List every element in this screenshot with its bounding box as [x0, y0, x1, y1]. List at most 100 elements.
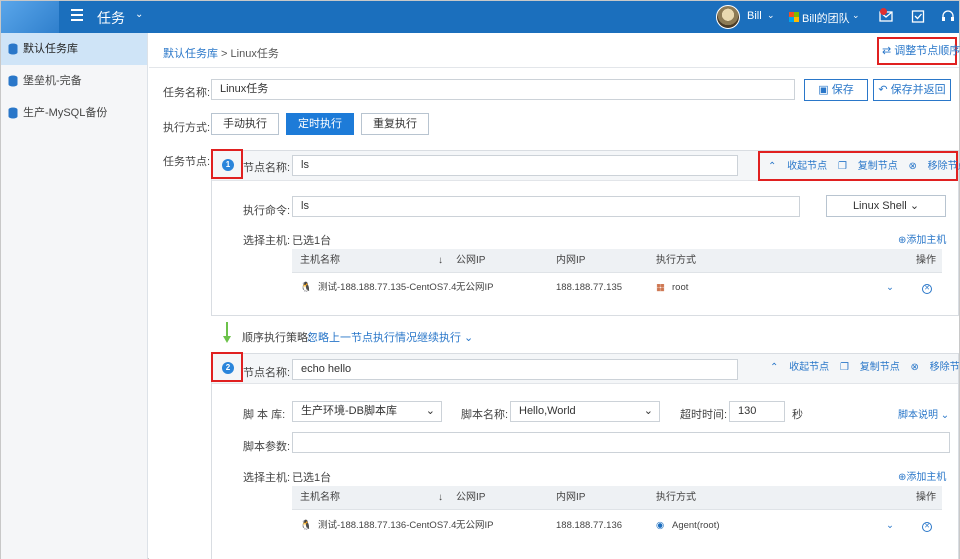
sidebar-item-mysql-backup[interactable]: 生产-MySQL备份	[1, 97, 147, 129]
save-label: 保存	[831, 84, 854, 96]
chevron-down-icon[interactable]: ⌄	[886, 274, 894, 302]
script-name-label: 脚本名称:	[461, 409, 509, 421]
save-return-label: 保存并返回	[890, 84, 946, 96]
chevron-down-icon[interactable]: ⌄	[135, 9, 143, 20]
remove-node-button[interactable]: ⊗ 移除节点	[910, 362, 960, 373]
collapse-node-button[interactable]: ⌃ 收起节点	[770, 362, 829, 373]
script-lib-label: 脚 本 库:	[243, 409, 286, 421]
chevron-down-icon[interactable]: ⌄	[767, 10, 775, 21]
host-label: 选择主机:	[243, 235, 291, 247]
task-name-label: 任务名称:	[163, 87, 211, 99]
chevron-down-icon[interactable]: ⌄	[852, 10, 860, 21]
add-host-label: 添加主机	[906, 235, 947, 246]
notification-dot	[880, 8, 887, 15]
strategy-select[interactable]: 忽略上一节点执行情况继续执行 ⌄	[307, 329, 473, 345]
sort-icon[interactable]: ↓	[438, 249, 443, 273]
linux-icon: 🐧	[300, 520, 312, 531]
save-button[interactable]: ▣ 保存	[804, 79, 868, 101]
root-user-icon: ▦	[656, 282, 665, 293]
breadcrumb-current: Linux任务	[230, 48, 279, 60]
sidebar-item-label: 生产-MySQL备份	[23, 107, 108, 119]
node-name-input[interactable]: echo hello	[292, 359, 738, 380]
col-private-ip: 内网IP	[556, 492, 586, 503]
add-host-button[interactable]: ⊕添加主机	[898, 468, 946, 483]
sidebar-item-default-library[interactable]: 默认任务库	[1, 33, 147, 65]
col-exec: 执行方式	[656, 255, 696, 266]
scheduled-exec-button[interactable]: 定时执行	[286, 113, 354, 135]
chevrons-down-icon: ⌄	[938, 410, 950, 421]
task-node-1: 1 节点名称: ls ⌃ 收起节点 ❐ 复制节点 ⊗ 移除节点 执行命令: ls…	[211, 149, 960, 316]
task-name-input[interactable]: Linux任务	[211, 79, 795, 100]
host-label: 选择主机:	[243, 472, 291, 484]
breadcrumb: 默认任务库 > Linux任务	[163, 45, 279, 61]
script-help-link[interactable]: 脚本说明 ⌄	[898, 406, 949, 421]
script-name-select[interactable]: Hello,World ⌄	[510, 401, 660, 422]
breadcrumb-root[interactable]: 默认任务库	[163, 48, 218, 60]
add-host-button[interactable]: ⊕添加主机	[898, 231, 946, 246]
database-icon	[8, 107, 18, 119]
copy-label: 复制节点	[857, 161, 898, 172]
col-action: 操作	[916, 492, 936, 503]
public-ip: 无公网IP	[456, 520, 494, 531]
menu-icon[interactable]	[71, 9, 83, 23]
script-param-input[interactable]	[292, 432, 950, 453]
headset-icon[interactable]	[941, 9, 955, 23]
team-name[interactable]: Bill的团队	[802, 10, 850, 26]
collapse-node-button[interactable]: ⌃ 收起节点	[768, 161, 827, 172]
reorder-label: 调整节点顺序	[894, 45, 960, 57]
app-title[interactable]: 任务	[97, 8, 125, 28]
save-return-button[interactable]: ↶ 保存并返回	[873, 79, 951, 101]
logo[interactable]	[1, 1, 59, 33]
sort-icon[interactable]: ↓	[438, 486, 443, 510]
host-name: 测试-188.188.77.135-CentOS7.4	[318, 282, 457, 293]
table-row: 🐧 测试-188.188.77.136-CentOS7.4 无公网IP 188.…	[292, 512, 942, 540]
copy-label: 复制节点	[859, 362, 900, 373]
copy-node-button[interactable]: ❐ 复制节点	[838, 161, 898, 172]
host-count: 已选1台	[292, 235, 332, 247]
private-ip: 188.188.77.135	[556, 282, 623, 293]
table-header: 主机名称 ↓ 公网IP 内网IP 执行方式 操作	[292, 249, 942, 273]
timeout-label: 超时时间:	[680, 409, 728, 421]
col-host: 主机名称	[300, 492, 340, 503]
script-lib-select[interactable]: 生产环境-DB脚本库 ⌄	[292, 401, 442, 422]
node-actions: ⌃ 收起节点 ❐ 复制节点 ⊗ 移除节点	[758, 151, 960, 181]
timeout-input[interactable]: 130	[729, 401, 785, 422]
command-input[interactable]: ls	[292, 196, 800, 217]
task-check-icon[interactable]	[911, 9, 925, 23]
collapse-label: 收起节点	[789, 362, 830, 373]
timeout-unit: 秒	[792, 409, 803, 421]
close-icon: ✕	[922, 522, 932, 532]
sidebar-item-bastion[interactable]: 堡垒机-完备	[1, 65, 147, 97]
exec-user: Agent(root)	[672, 520, 720, 531]
shell-select[interactable]: Linux Shell ⌄	[826, 195, 946, 217]
chevron-down-icon[interactable]: ⌄	[886, 512, 894, 540]
manual-exec-button[interactable]: 手动执行	[211, 113, 279, 135]
shell-select-value: Linux Shell	[852, 200, 907, 212]
chevron-down-icon: ⌄	[906, 200, 920, 212]
database-icon	[8, 43, 18, 55]
script-name-value: Hello,World	[519, 405, 576, 417]
copy-node-button[interactable]: ❐ 复制节点	[840, 362, 900, 373]
collapse-label: 收起节点	[787, 161, 828, 172]
node-name-input[interactable]: ls	[292, 155, 738, 176]
team-logo-icon	[789, 12, 799, 22]
table-row: 🐧 测试-188.188.77.135-CentOS7.4 无公网IP 188.…	[292, 274, 942, 302]
arrow-down-icon	[223, 322, 231, 343]
exec-user: root	[672, 282, 689, 293]
repeat-exec-button[interactable]: 重复执行	[361, 113, 429, 135]
divider	[149, 67, 959, 68]
avatar[interactable]	[716, 5, 740, 29]
node-number: 1	[222, 159, 234, 171]
reorder-nodes-button[interactable]: ⇄ 调整节点顺序	[877, 37, 960, 65]
remove-node-button[interactable]: ⊗ 移除节点	[908, 161, 960, 172]
strategy-value: 忽略上一节点执行情况继续执行	[307, 332, 461, 344]
script-param-label: 脚本参数:	[243, 441, 291, 453]
remove-host-button[interactable]: ✕	[922, 274, 932, 302]
host-name: 测试-188.188.77.136-CentOS7.4	[318, 520, 457, 531]
swap-icon: ⇄	[882, 45, 895, 57]
script-lib-value: 生产环境-DB脚本库	[301, 405, 397, 417]
user-name[interactable]: Bill	[747, 10, 762, 22]
remove-host-button[interactable]: ✕	[922, 512, 932, 540]
save-icon: ▣	[818, 84, 832, 96]
col-private-ip: 内网IP	[556, 255, 586, 266]
